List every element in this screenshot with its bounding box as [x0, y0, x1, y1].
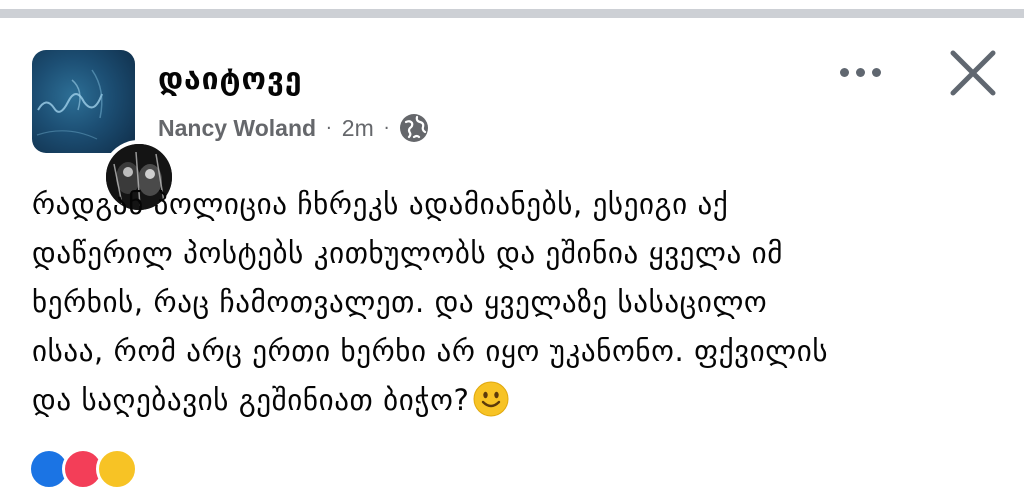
post-meta: Nancy Woland · 2m ·	[158, 112, 429, 144]
post-text: რადგან პოლიცია ჩხრეკს ადამიანებს, ესეიგი…	[32, 187, 829, 417]
meta-separator: ·	[383, 117, 390, 139]
post-time[interactable]: 2m	[342, 115, 374, 142]
meta-separator: ·	[326, 117, 332, 139]
close-icon	[950, 50, 996, 96]
post-body: რადგან პოლიცია ჩხრეკს ადამიანებს, ესეიგი…	[32, 180, 992, 425]
close-button[interactable]	[945, 45, 1001, 101]
post-avatar[interactable]	[32, 50, 176, 214]
group-name[interactable]: დაიტოვე	[158, 62, 303, 97]
reaction-icons[interactable]	[28, 448, 138, 490]
group-avatar-art	[36, 69, 103, 140]
haha-reaction-icon	[96, 448, 138, 490]
group-avatar[interactable]	[32, 50, 135, 153]
top-separator-bar	[0, 0, 1024, 20]
globe-icon	[399, 113, 429, 143]
smiling-face-emoji-icon	[473, 381, 509, 417]
more-options-button[interactable]	[830, 55, 890, 89]
author-name[interactable]: Nancy Woland	[158, 115, 316, 142]
more-horizontal-icon	[839, 67, 849, 77]
